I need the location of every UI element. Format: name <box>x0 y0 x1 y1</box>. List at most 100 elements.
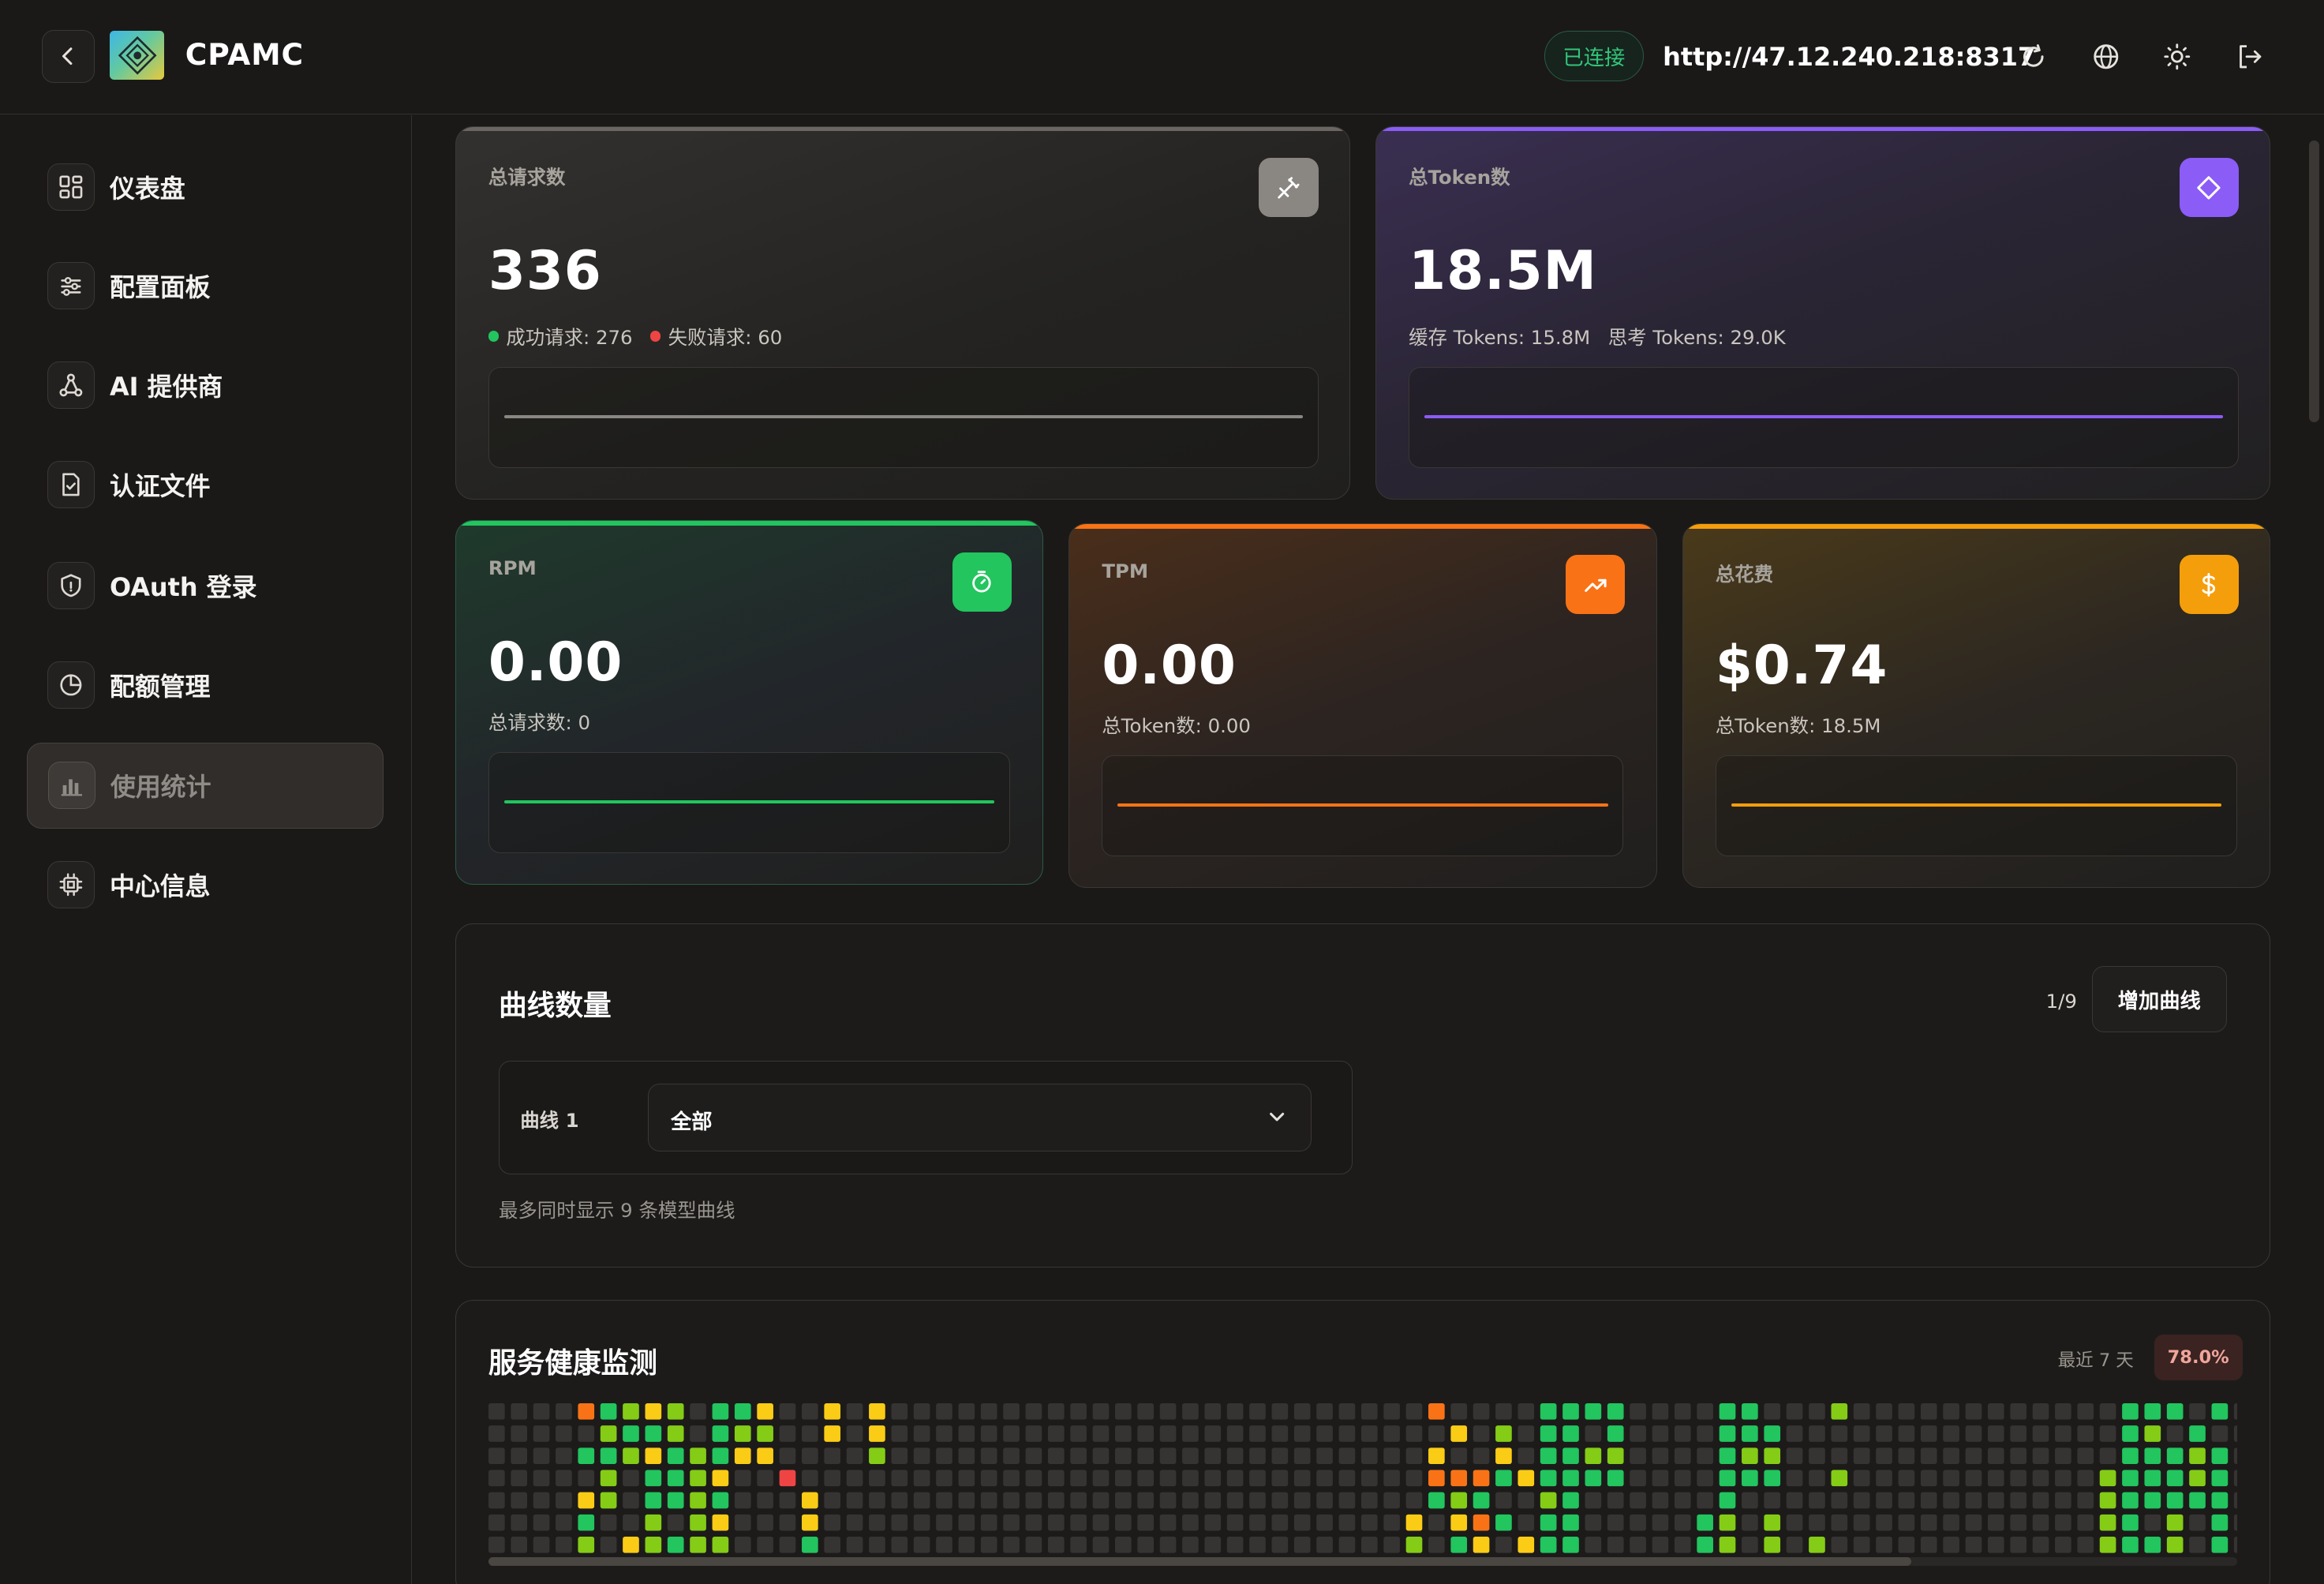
health-cell <box>1764 1470 1780 1486</box>
health-cell <box>1697 1536 1713 1553</box>
theme-toggle-button[interactable] <box>2159 39 2195 74</box>
health-cell <box>1764 1514 1780 1531</box>
health-cell <box>1831 1402 1847 1420</box>
health-cell <box>1159 1536 1177 1553</box>
health-cell <box>1786 1402 1803 1420</box>
sidebar-item-center-info[interactable]: 中心信息 <box>27 842 384 928</box>
sidebar-item-usage-stats[interactable]: 使用统计 <box>26 742 384 829</box>
sidebar-item-dashboard[interactable]: 仪表盘 <box>27 144 384 230</box>
health-cell <box>1741 1470 1758 1486</box>
health-cell <box>1987 1447 2004 1464</box>
sidebar-item-quota[interactable]: 配额管理 <box>27 642 384 728</box>
health-cell <box>1674 1470 1691 1486</box>
health-cell <box>1920 1492 1937 1508</box>
health-cell <box>779 1470 796 1486</box>
health-cell <box>757 1536 773 1553</box>
health-cell <box>1562 1492 1579 1508</box>
health-cell <box>2166 1536 2184 1553</box>
health-cell <box>958 1447 975 1464</box>
health-cell <box>1853 1402 1870 1420</box>
health-cell <box>1025 1402 1042 1420</box>
health-cell <box>2211 1425 2229 1442</box>
health-cell <box>712 1514 729 1531</box>
language-button[interactable] <box>2088 39 2124 74</box>
health-cell <box>757 1425 773 1442</box>
failed-dot <box>650 331 661 342</box>
health-cell <box>488 1447 505 1464</box>
health-cell <box>1741 1514 1758 1531</box>
health-cell <box>868 1402 885 1420</box>
health-cell <box>1226 1447 1244 1464</box>
health-cell <box>824 1492 840 1508</box>
health-cell <box>1405 1425 1423 1442</box>
success-requests: 成功请求: 276 <box>506 325 633 349</box>
health-cell <box>645 1492 662 1508</box>
health-cell <box>2099 1492 2116 1508</box>
health-cell <box>712 1447 729 1464</box>
timer-icon <box>952 552 1012 612</box>
add-curve-button[interactable]: 增加曲线 <box>2091 965 2227 1033</box>
health-cell <box>1540 1492 1557 1508</box>
health-cell <box>1092 1470 1110 1486</box>
health-cell <box>1741 1492 1758 1508</box>
health-cell <box>1987 1425 2004 1442</box>
health-cell <box>1920 1536 1937 1553</box>
health-cell <box>913 1536 930 1553</box>
health-cell <box>1450 1402 1467 1420</box>
health-cell <box>1853 1470 1870 1486</box>
sidebar-item-auth-files[interactable]: 认证文件 <box>27 442 384 528</box>
health-cell <box>980 1536 997 1553</box>
health-cell <box>868 1514 885 1531</box>
health-cell <box>1204 1402 1221 1420</box>
health-cell <box>1003 1447 1020 1464</box>
health-cell <box>555 1514 572 1531</box>
health-cell <box>2211 1492 2229 1508</box>
health-cell <box>1898 1402 1915 1420</box>
health-cell <box>1047 1402 1065 1420</box>
sidebar-item-label: 认证文件 <box>109 471 211 502</box>
health-cell <box>2077 1536 2094 1553</box>
cost-sparkline <box>1715 755 2237 856</box>
health-cell <box>734 1492 751 1508</box>
health-cell <box>511 1470 527 1486</box>
health-cell <box>2010 1536 2026 1553</box>
card-accent-line <box>1069 523 1656 529</box>
sparkline-trace <box>1731 803 2222 807</box>
sparkline-trace <box>1117 803 1608 807</box>
sidebar-item-config[interactable]: 配置面板 <box>27 243 384 329</box>
health-cell <box>1293 1425 1311 1442</box>
card-accent-line <box>1375 126 2270 132</box>
health-cell <box>1226 1402 1244 1420</box>
logout-button[interactable] <box>2232 39 2267 74</box>
health-cell <box>2099 1447 2116 1464</box>
total-tokens-value: 18.5M <box>1409 239 1597 302</box>
back-button[interactable] <box>41 29 95 84</box>
sidebar-item-ai-providers[interactable]: AI 提供商 <box>27 343 384 429</box>
health-cell <box>578 1492 594 1508</box>
card-accent-line <box>455 521 1043 526</box>
health-cell <box>1831 1425 1847 1442</box>
health-cell <box>1473 1425 1490 1442</box>
health-cell <box>578 1470 594 1486</box>
health-cell <box>1518 1514 1534 1531</box>
health-cell <box>1360 1425 1378 1442</box>
health-cell <box>2189 1492 2206 1508</box>
health-cell <box>958 1492 975 1508</box>
sidebar-item-oauth[interactable]: OAuth 登录 <box>27 542 384 628</box>
health-cell <box>2189 1536 2206 1553</box>
vertical-scrollbar[interactable] <box>2308 140 2320 423</box>
health-cell <box>1092 1514 1110 1531</box>
model-select[interactable]: 全部 <box>647 1083 1312 1152</box>
horizontal-scrollbar[interactable] <box>488 1556 2237 1567</box>
health-cell <box>1719 1514 1736 1531</box>
health-cell <box>1114 1470 1132 1486</box>
health-cell <box>1764 1492 1780 1508</box>
scrollbar-thumb[interactable] <box>488 1556 1911 1567</box>
health-cell <box>2121 1536 2139 1553</box>
health-cell <box>1920 1402 1937 1420</box>
health-cell <box>622 1492 639 1508</box>
sidebar-item-label: 仪表盘 <box>109 173 185 204</box>
refresh-button[interactable] <box>2015 39 2051 74</box>
health-cell <box>2077 1447 2094 1464</box>
health-cell <box>2032 1470 2049 1486</box>
